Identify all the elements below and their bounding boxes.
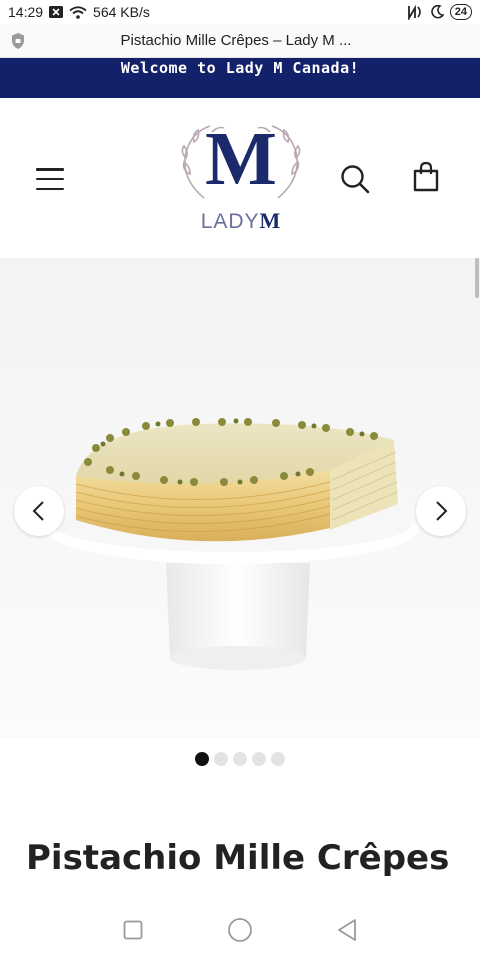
announcement-bar: Welcome to Lady M Canada!: [0, 58, 480, 98]
chevron-left-icon: [32, 501, 44, 521]
back-icon[interactable]: [332, 915, 362, 945]
site-header: M LADYM: [0, 98, 480, 258]
notification-icon: [49, 6, 64, 18]
status-time: 14:29: [8, 4, 44, 20]
status-bar: 14:29 564 KB/s 24: [0, 0, 480, 24]
search-icon[interactable]: [340, 164, 370, 194]
cake-image: [0, 258, 480, 738]
menu-icon[interactable]: [36, 168, 64, 190]
carousel-next-button[interactable]: [416, 486, 466, 536]
lady-m-logo[interactable]: M LADYM: [176, 117, 306, 238]
logo-letter: M: [205, 118, 277, 201]
logo-word-m: M: [259, 208, 282, 233]
carousel-dot-5[interactable]: [271, 752, 285, 766]
product-image-carousel[interactable]: [0, 258, 480, 738]
battery-icon: 24: [449, 4, 472, 20]
nfc-icon: [406, 4, 424, 20]
moon-icon: [430, 5, 444, 19]
page-scrollbar[interactable]: [475, 258, 479, 298]
carousel-prev-button[interactable]: [14, 486, 64, 536]
home-icon[interactable]: [225, 915, 255, 945]
announcement-text: Welcome to Lady M Canada!: [120, 59, 360, 77]
logo-emblem: M: [181, 117, 301, 201]
chevron-right-icon: [436, 501, 448, 521]
logo-word: LADY: [200, 210, 260, 233]
logo-wordmark: LADYM: [176, 208, 306, 234]
carousel-dot-3[interactable]: [233, 752, 247, 766]
system-nav-bar: [0, 900, 480, 960]
browser-title-bar: Pistachio Mille Crêpes – Lady M ...: [0, 24, 480, 58]
carousel-dot-2[interactable]: [214, 752, 228, 766]
product-title: Pistachio Mille Crêpes: [26, 838, 450, 878]
shield-icon[interactable]: [10, 32, 26, 50]
shopping-bag-icon[interactable]: [412, 161, 440, 192]
page-title: Pistachio Mille Crêpes – Lady M ...: [120, 32, 352, 49]
wifi-icon: [69, 5, 87, 19]
recent-apps-icon[interactable]: [118, 915, 148, 945]
carousel-dot-1[interactable]: [195, 752, 209, 766]
network-speed: 564 KB/s: [93, 4, 150, 20]
carousel-pagination: [0, 752, 480, 768]
carousel-dot-4[interactable]: [252, 752, 266, 766]
